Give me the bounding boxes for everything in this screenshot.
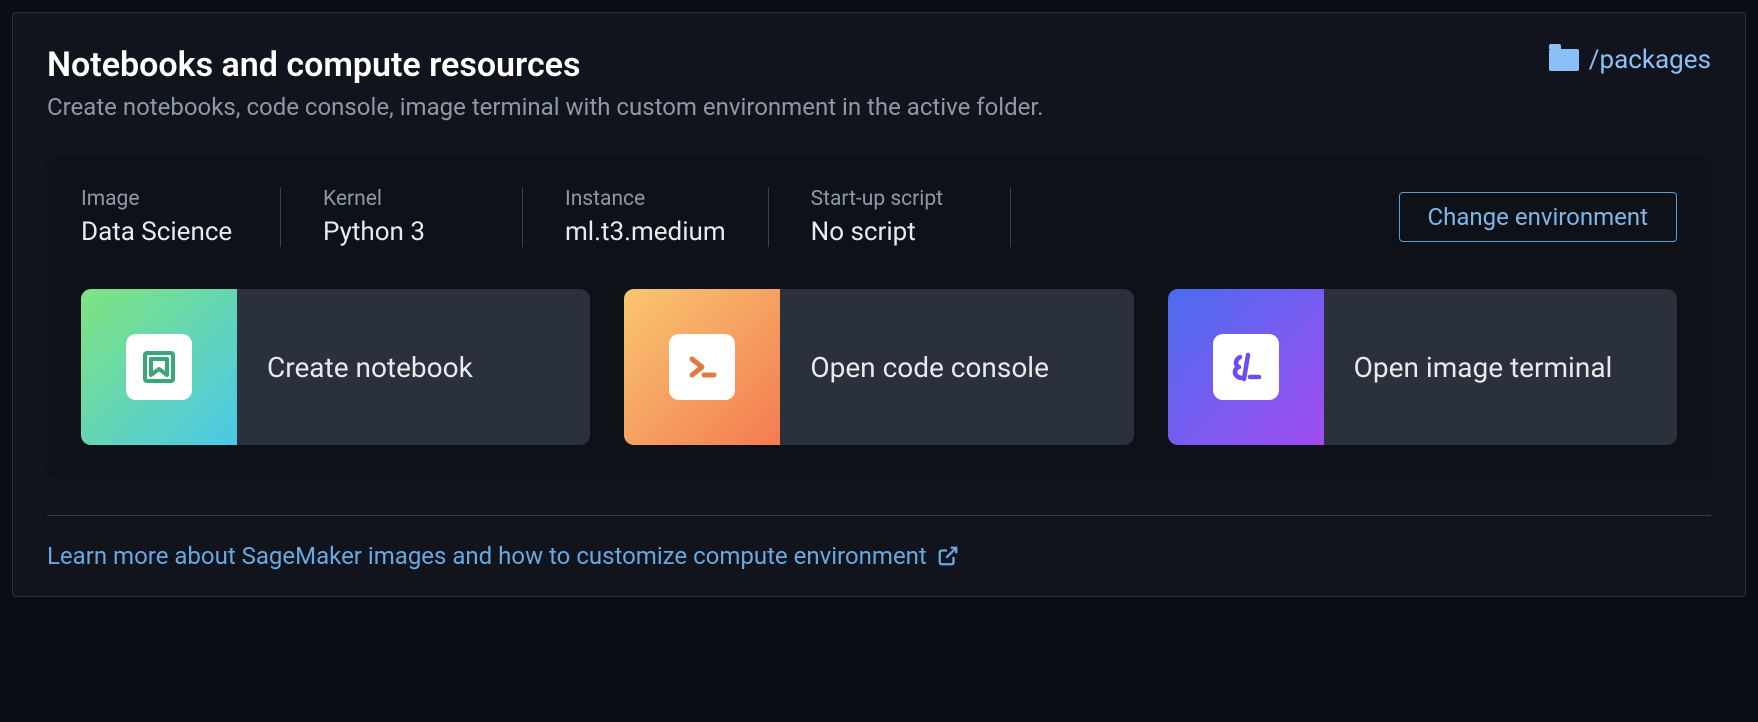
terminal-icon: [1213, 334, 1279, 400]
notebook-icon-slab: [81, 289, 237, 445]
learn-more-link[interactable]: Learn more about SageMaker images and ho…: [47, 542, 959, 570]
folder-path-text: /packages: [1589, 45, 1711, 75]
create-notebook-card[interactable]: Create notebook: [81, 289, 590, 445]
folder-icon: [1549, 49, 1579, 71]
config-kernel-label: Kernel: [323, 187, 480, 211]
change-env-wrap: Change environment: [1399, 192, 1677, 242]
panel-subtitle: Create notebooks, code console, image te…: [47, 93, 1043, 121]
config-image-value: Data Science: [81, 217, 238, 247]
divider: [47, 515, 1711, 516]
open-image-terminal-card[interactable]: Open image terminal: [1168, 289, 1677, 445]
console-icon: [669, 334, 735, 400]
config-instance-value: ml.t3.medium: [565, 217, 726, 247]
open-code-console-label: Open code console: [780, 289, 1133, 445]
config-kernel-value: Python 3: [323, 217, 480, 247]
change-environment-button[interactable]: Change environment: [1399, 192, 1677, 242]
header-text-block: Notebooks and compute resources Create n…: [47, 45, 1043, 121]
config-startup-script: Start-up script No script: [811, 187, 1011, 247]
environment-config-card: Image Data Science Kernel Python 3 Insta…: [47, 157, 1711, 479]
config-instance: Instance ml.t3.medium: [565, 187, 769, 247]
open-code-console-card[interactable]: Open code console: [624, 289, 1133, 445]
config-row: Image Data Science Kernel Python 3 Insta…: [81, 187, 1677, 247]
active-folder-link[interactable]: /packages: [1549, 45, 1711, 75]
config-image-label: Image: [81, 187, 238, 211]
config-instance-label: Instance: [565, 187, 726, 211]
config-script-value: No script: [811, 217, 968, 247]
action-cards-row: Create notebook Open code console: [81, 289, 1677, 445]
learn-more-text: Learn more about SageMaker images and ho…: [47, 542, 927, 570]
config-kernel: Kernel Python 3: [323, 187, 523, 247]
panel-title: Notebooks and compute resources: [47, 45, 1043, 85]
config-image: Image Data Science: [81, 187, 281, 247]
notebook-icon: [126, 334, 192, 400]
console-icon-slab: [624, 289, 780, 445]
panel-header: Notebooks and compute resources Create n…: [47, 45, 1711, 121]
config-script-label: Start-up script: [811, 187, 968, 211]
notebooks-panel: Notebooks and compute resources Create n…: [12, 12, 1746, 597]
external-link-icon: [937, 545, 959, 567]
create-notebook-label: Create notebook: [237, 289, 590, 445]
terminal-icon-slab: [1168, 289, 1324, 445]
open-image-terminal-label: Open image terminal: [1324, 289, 1677, 445]
